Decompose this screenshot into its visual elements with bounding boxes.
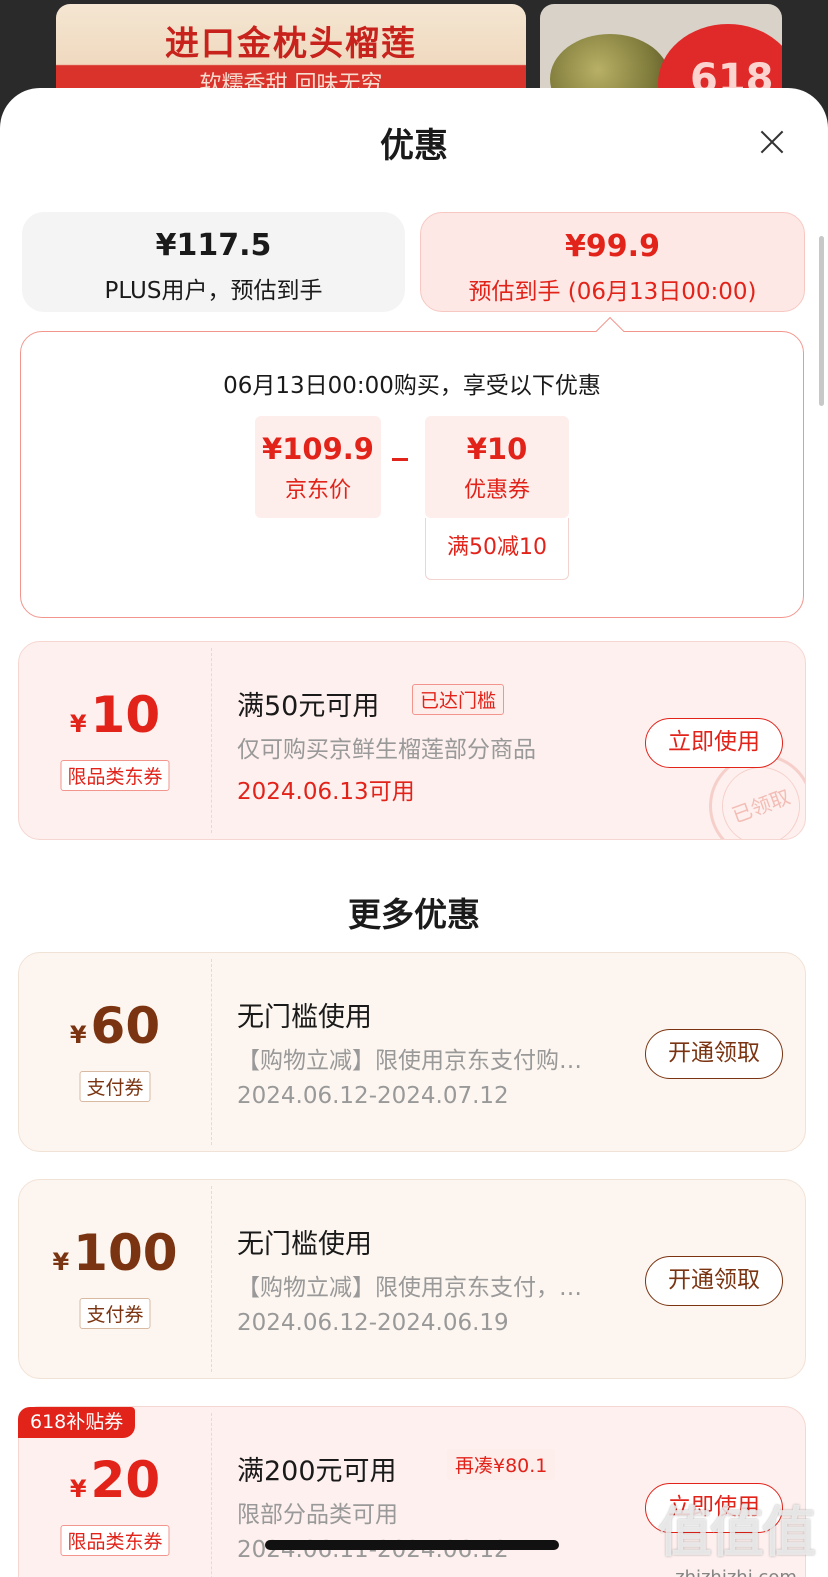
coupon-amount: ¥20	[69, 1451, 161, 1509]
close-icon[interactable]	[754, 124, 790, 160]
base-price-card: ¥109.9 京东价	[255, 416, 381, 518]
discount-sheet: 优惠 ¥117.5 PLUS用户，预估到手 ¥99.9 预估到手 (06月13日…	[0, 88, 828, 1577]
watermark-logo: 值值值	[658, 1501, 816, 1564]
claimed-stamp-text: 已领取	[711, 756, 805, 839]
coupon-amount-area: ¥60 支付券	[19, 953, 211, 1151]
more-offers-title: 更多优惠	[348, 895, 480, 934]
sheet-title: 优惠	[380, 126, 448, 166]
coupon-amount: ¥100	[52, 1224, 178, 1282]
coupon-desc: 限部分品类可用	[237, 1502, 398, 1528]
price-tab-plus-desc: PLUS用户，预估到手	[104, 278, 323, 304]
coupon-card: ¥10 限品类东券 满50元可用 已达门槛 仅可购买京鲜生榴莲部分商品 2024…	[18, 641, 806, 840]
discount-card: ¥10 优惠券	[425, 416, 569, 518]
price-tab-estimated[interactable]: ¥99.9 预估到手 (06月13日00:00)	[420, 212, 805, 312]
home-indicator[interactable]	[265, 1540, 559, 1550]
coupon-amount: ¥10	[69, 686, 161, 744]
activate-claim-button[interactable]: 开通领取	[645, 1029, 783, 1079]
coupon-card: ¥100 支付券 无门槛使用 【购物立减】限使用京东支付，… 2024.06.1…	[18, 1179, 806, 1379]
divider	[211, 1413, 212, 1577]
discount-value: ¥10	[466, 432, 528, 466]
divider	[211, 959, 212, 1145]
threshold-chip: 已达门槛	[412, 684, 505, 715]
base-price-value: ¥109.9	[262, 432, 374, 466]
discount-label: 优惠券	[463, 478, 530, 503]
divider	[211, 1186, 212, 1372]
coupon-date: 2024.06.13可用	[237, 779, 415, 805]
coupon-date: 2024.06.12-2024.06.19	[237, 1310, 509, 1336]
price-tab-estimated-desc: 预估到手 (06月13日00:00)	[468, 279, 757, 305]
price-tab-estimated-price: ¥99.9	[565, 229, 660, 264]
price-tab-plus[interactable]: ¥117.5 PLUS用户，预估到手	[22, 212, 405, 312]
coupon-desc: 【购物立减】限使用京东支付，…	[237, 1275, 582, 1301]
coupon-title: 无门槛使用	[237, 1229, 372, 1260]
breakdown-heading: 06月13日00:00购买，享受以下优惠	[223, 373, 601, 399]
coupon-type-tag: 支付券	[79, 1071, 151, 1102]
scrollbar[interactable]	[819, 236, 824, 406]
price-breakdown: 06月13日00:00购买，享受以下优惠 ¥109.9 京东价 ¥10 优惠券 …	[20, 331, 804, 618]
divider	[211, 648, 212, 833]
coupon-title: 满50元可用	[237, 691, 380, 722]
coupon-type-tag: 限品类东券	[60, 760, 170, 791]
coupon-desc: 仅可购买京鲜生榴莲部分商品	[237, 737, 536, 763]
coupon-amount-area: ¥10 限品类东券	[19, 642, 211, 839]
coupon-desc: 【购物立减】限使用京东支付购…	[237, 1048, 582, 1074]
base-price-label: 京东价	[284, 478, 351, 503]
discount-condition: 满50减10	[425, 518, 569, 580]
coupon-amount-area: ¥100 支付券	[19, 1180, 211, 1378]
coupon-type-tag: 支付券	[79, 1298, 151, 1329]
watermark-url: zhizhizhi.com	[658, 1567, 814, 1577]
minus-icon	[392, 458, 408, 461]
coupon-title: 无门槛使用	[237, 1002, 372, 1033]
subsidy-ribbon: 618补贴券	[18, 1407, 136, 1438]
use-now-button[interactable]: 立即使用	[645, 718, 783, 768]
coupon-type-tag: 限品类东券	[60, 1525, 170, 1556]
banner-title: 进口金枕头榴莲	[165, 24, 417, 64]
activate-claim-button[interactable]: 开通领取	[645, 1256, 783, 1306]
coupon-title: 满200元可用	[237, 1456, 397, 1487]
price-tab-plus-price: ¥117.5	[155, 228, 272, 263]
watermark: 值值值 zhizhizhi.com	[658, 1488, 816, 1577]
coupon-card: ¥60 支付券 无门槛使用 【购物立减】限使用京东支付购… 2024.06.12…	[18, 952, 806, 1152]
remaining-chip: 再凑¥80.1	[447, 1449, 556, 1480]
coupon-amount: ¥60	[69, 997, 161, 1055]
coupon-date: 2024.06.12-2024.07.12	[237, 1083, 509, 1109]
